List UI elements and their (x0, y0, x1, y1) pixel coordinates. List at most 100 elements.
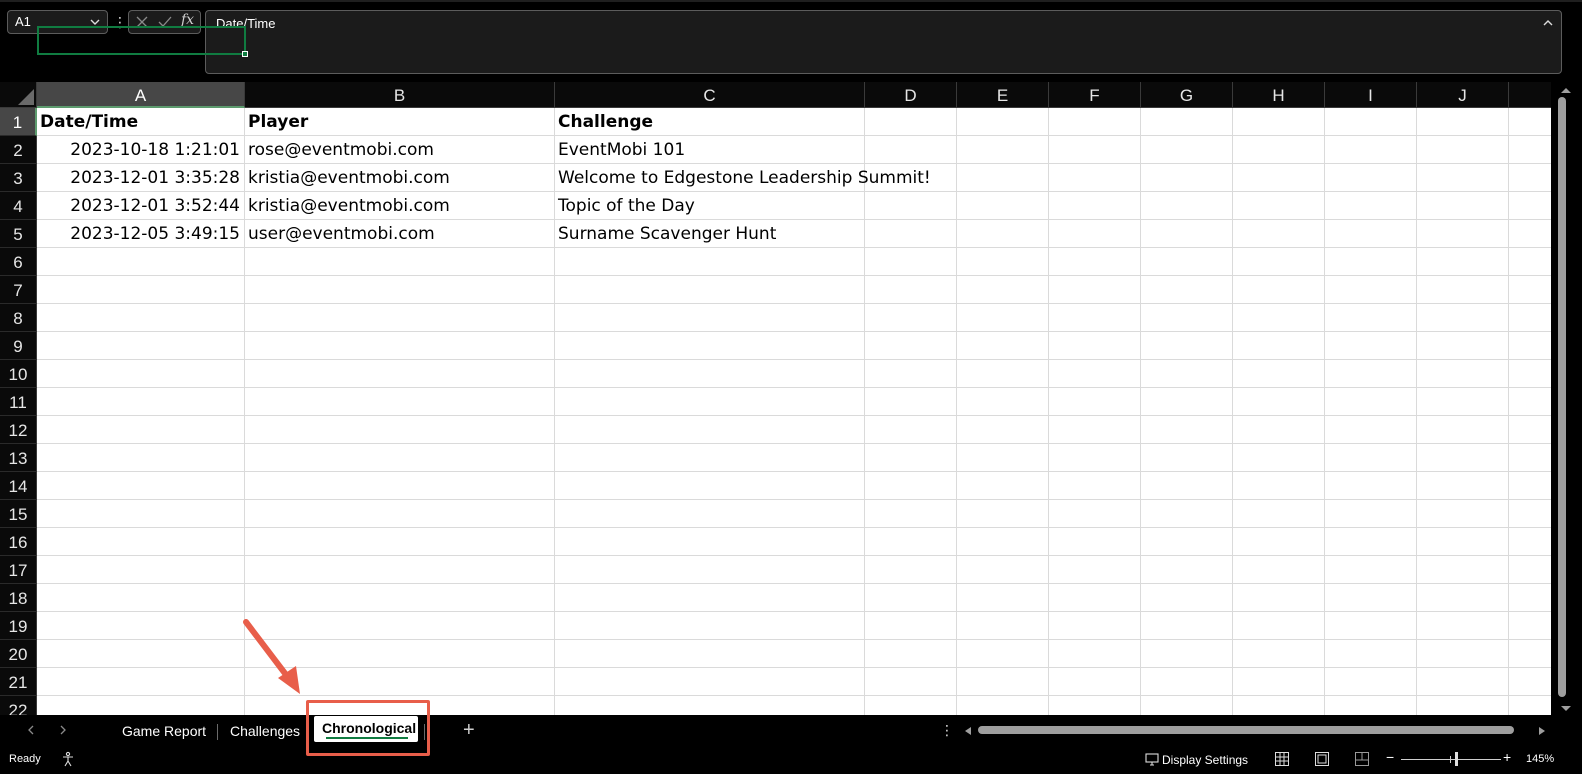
row-header-20[interactable]: 20 (0, 640, 37, 668)
cell-d20[interactable] (865, 640, 957, 668)
cell-g14[interactable] (1141, 472, 1233, 500)
cell-j5[interactable] (1417, 220, 1509, 248)
cell-c18[interactable] (555, 584, 865, 612)
column-header-j[interactable]: J (1417, 82, 1509, 108)
cell-c4[interactable]: Topic of the Day (555, 192, 865, 220)
row-header-17[interactable]: 17 (0, 556, 37, 584)
chevron-left-icon[interactable] (24, 723, 38, 737)
cell-g10[interactable] (1141, 360, 1233, 388)
cell-h13[interactable] (1233, 444, 1325, 472)
cell-c16[interactable] (555, 528, 865, 556)
cell-filler[interactable] (1509, 556, 1551, 584)
cell-filler[interactable] (1509, 248, 1551, 276)
cell-f8[interactable] (1049, 304, 1141, 332)
cell-i3[interactable] (1325, 164, 1417, 192)
cell-b16[interactable] (245, 528, 555, 556)
row-header-19[interactable]: 19 (0, 612, 37, 640)
cell-f19[interactable] (1049, 612, 1141, 640)
cell-filler[interactable] (1509, 388, 1551, 416)
cell-d21[interactable] (865, 668, 957, 696)
cell-f20[interactable] (1049, 640, 1141, 668)
cell-g13[interactable] (1141, 444, 1233, 472)
row-header-5[interactable]: 5 (0, 220, 37, 248)
cell-f17[interactable] (1049, 556, 1141, 584)
cell-j15[interactable] (1417, 500, 1509, 528)
row-header-10[interactable]: 10 (0, 360, 37, 388)
cell-filler[interactable] (1509, 332, 1551, 360)
cell-c14[interactable] (555, 472, 865, 500)
cell-j14[interactable] (1417, 472, 1509, 500)
cell-filler[interactable] (1509, 136, 1551, 164)
cell-g20[interactable] (1141, 640, 1233, 668)
cell-j21[interactable] (1417, 668, 1509, 696)
cell-i12[interactable] (1325, 416, 1417, 444)
row-header-2[interactable]: 2 (0, 136, 37, 164)
cell-a15[interactable] (37, 500, 245, 528)
cell-j19[interactable] (1417, 612, 1509, 640)
cell-i2[interactable] (1325, 136, 1417, 164)
cell-filler[interactable] (1509, 192, 1551, 220)
column-header-h[interactable]: H (1233, 82, 1325, 108)
row-header-13[interactable]: 13 (0, 444, 37, 472)
cell-a5[interactable]: 2023-12-05 3:49:15 (37, 220, 245, 248)
cell-i7[interactable] (1325, 276, 1417, 304)
cell-b21[interactable] (245, 668, 555, 696)
row-header-7[interactable]: 7 (0, 276, 37, 304)
cell-j1[interactable] (1417, 108, 1509, 136)
cell-h17[interactable] (1233, 556, 1325, 584)
cell-i8[interactable] (1325, 304, 1417, 332)
cell-j2[interactable] (1417, 136, 1509, 164)
row-header-21[interactable]: 21 (0, 668, 37, 696)
cell-i5[interactable] (1325, 220, 1417, 248)
cell-h1[interactable] (1233, 108, 1325, 136)
cell-b13[interactable] (245, 444, 555, 472)
cell-h2[interactable] (1233, 136, 1325, 164)
cell-e15[interactable] (957, 500, 1049, 528)
cell-c13[interactable] (555, 444, 865, 472)
cell-j13[interactable] (1417, 444, 1509, 472)
cell-c9[interactable] (555, 332, 865, 360)
cell-f10[interactable] (1049, 360, 1141, 388)
cell-g12[interactable] (1141, 416, 1233, 444)
cell-filler[interactable] (1509, 304, 1551, 332)
cell-d1[interactable] (865, 108, 957, 136)
cell-b6[interactable] (245, 248, 555, 276)
cell-b18[interactable] (245, 584, 555, 612)
cell-c17[interactable] (555, 556, 865, 584)
name-box[interactable]: A1 (7, 10, 108, 34)
cell-g7[interactable] (1141, 276, 1233, 304)
cell-filler[interactable] (1509, 276, 1551, 304)
cell-f12[interactable] (1049, 416, 1141, 444)
cell-d16[interactable] (865, 528, 957, 556)
worksheet-grid[interactable]: A B C D E F G H I J 1 Date/Time Player Challenge 2 2023… (0, 82, 1551, 715)
cell-f21[interactable] (1049, 668, 1141, 696)
cell-h14[interactable] (1233, 472, 1325, 500)
cell-d13[interactable] (865, 444, 957, 472)
cell-e20[interactable] (957, 640, 1049, 668)
cell-d11[interactable] (865, 388, 957, 416)
fx-icon[interactable]: fx (181, 12, 194, 28)
cell-a1[interactable]: Date/Time (37, 108, 245, 136)
cell-a13[interactable] (37, 444, 245, 472)
cell-b8[interactable] (245, 304, 555, 332)
cell-g11[interactable] (1141, 388, 1233, 416)
cell-d15[interactable] (865, 500, 957, 528)
tab-game-report[interactable]: Game Report (122, 720, 206, 742)
cell-d5[interactable] (865, 220, 957, 248)
cell-h8[interactable] (1233, 304, 1325, 332)
cell-a22[interactable] (37, 696, 245, 715)
cell-j9[interactable] (1417, 332, 1509, 360)
cell-a3[interactable]: 2023-12-01 3:35:28 (37, 164, 245, 192)
cell-i6[interactable] (1325, 248, 1417, 276)
cell-g8[interactable] (1141, 304, 1233, 332)
cell-b7[interactable] (245, 276, 555, 304)
cell-h7[interactable] (1233, 276, 1325, 304)
cell-b12[interactable] (245, 416, 555, 444)
vertical-scrollbar[interactable] (1551, 82, 1582, 715)
cell-i21[interactable] (1325, 668, 1417, 696)
cell-j11[interactable] (1417, 388, 1509, 416)
display-settings-button[interactable]: Display Settings (1145, 750, 1248, 770)
cell-a2[interactable]: 2023-10-18 1:21:01 (37, 136, 245, 164)
cell-h19[interactable] (1233, 612, 1325, 640)
cell-h9[interactable] (1233, 332, 1325, 360)
